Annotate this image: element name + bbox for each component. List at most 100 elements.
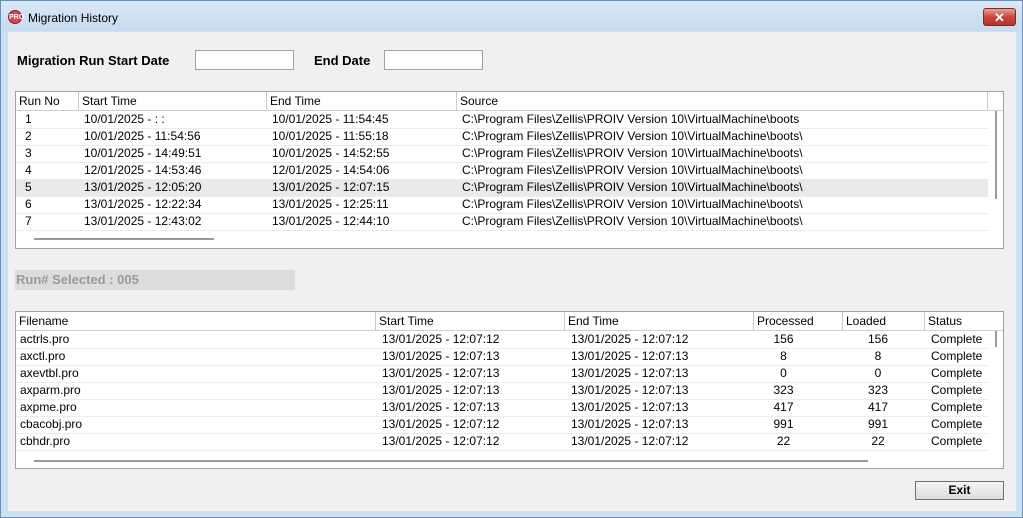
table-row[interactable]: axctl.pro 13/01/2025 - 12:07:13 13/01/2025… — [16, 348, 1003, 366]
col-start-time[interactable]: Start Time — [79, 92, 267, 110]
file-name-cell: axpme.pro — [20, 400, 77, 414]
table-row[interactable]: 6 13/01/2025 - 12:22:34 13/01/2025 - 12:25… — [16, 196, 1003, 214]
file-loaded-cell: 991 — [867, 417, 889, 431]
file-loaded-cell: 8 — [874, 349, 882, 363]
run-no-cell: 1 — [25, 112, 32, 126]
file-end-cell: 13/01/2025 - 12:07:12 — [571, 434, 689, 448]
runs-table-header: Run No Start Time End Time Source — [16, 92, 1003, 111]
run-source-cell: C:\Program Files\Zellis\PROIV Version 10… — [462, 112, 800, 126]
table-row[interactable]: actrls.pro 13/01/2025 - 12:07:12 13/01/202… — [16, 331, 1003, 349]
table-row[interactable]: 4 12/01/2025 - 14:53:46 12/01/2025 - 14:54… — [16, 162, 1003, 180]
file-name-cell: axevtbl.pro — [20, 366, 79, 380]
file-processed-cell: 8 — [780, 349, 787, 363]
file-end-cell: 13/01/2025 - 12:07:13 — [571, 400, 689, 414]
run-end-cell: 13/01/2025 - 12:07:15 — [272, 180, 390, 194]
table-row[interactable]: 5 13/01/2025 - 12:05:20 13/01/2025 - 12:07… — [16, 179, 1003, 197]
run-start-cell: 13/01/2025 - 12:43:02 — [84, 214, 202, 228]
runs-table[interactable]: Run No Start Time End Time Source 1 10/01… — [15, 91, 1004, 249]
files-vscroll-thumb[interactable] — [995, 331, 997, 347]
start-date-label: Migration Run Start Date — [17, 53, 170, 68]
run-source-cell: C:\Program Files\Zellis\PROIV Version 10… — [462, 214, 803, 228]
run-end-cell: 13/01/2025 - 12:44:10 — [272, 214, 390, 228]
file-name-cell: axparm.pro — [20, 383, 81, 397]
table-row[interactable]: 2 10/01/2025 - 11:54:56 10/01/2025 - 11:55… — [16, 128, 1003, 146]
run-start-cell: 10/01/2025 - : : — [84, 112, 165, 126]
file-loaded-cell: 0 — [874, 366, 882, 380]
file-start-cell: 13/01/2025 - 12:07:12 — [382, 434, 500, 448]
run-no-cell: 2 — [25, 129, 32, 143]
file-loaded-cell: 323 — [867, 383, 889, 397]
file-loaded-cell: 417 — [867, 400, 889, 414]
table-row[interactable]: cbacobj.pro 13/01/2025 - 12:07:12 13/01/20… — [16, 416, 1003, 434]
col-file-start-time[interactable]: Start Time — [376, 312, 565, 330]
file-end-cell: 13/01/2025 - 12:07:13 — [571, 417, 689, 431]
table-row[interactable]: 7 13/01/2025 - 12:43:02 13/01/2025 - 12:44… — [16, 213, 1003, 231]
col-processed[interactable]: Processed — [754, 312, 843, 330]
runs-vscroll-thumb[interactable] — [995, 111, 997, 199]
run-no-cell: 6 — [25, 197, 32, 211]
file-name-cell: axctl.pro — [20, 349, 66, 363]
file-processed-cell: 991 — [773, 417, 794, 431]
col-run-no[interactable]: Run No — [16, 92, 79, 110]
window-title: Migration History — [28, 11, 119, 25]
run-start-cell: 10/01/2025 - 11:54:56 — [84, 129, 201, 143]
files-vertical-scrollbar[interactable] — [988, 331, 1003, 451]
runs-vertical-scrollbar[interactable] — [988, 111, 1003, 231]
file-end-cell: 13/01/2025 - 12:07:13 — [571, 366, 689, 380]
file-processed-cell: 417 — [773, 400, 794, 414]
run-no-cell: 7 — [25, 214, 32, 228]
run-end-cell: 12/01/2025 - 14:54:06 — [272, 163, 390, 177]
run-end-cell: 10/01/2025 - 11:54:45 — [272, 112, 389, 126]
col-status[interactable]: Status — [925, 312, 988, 330]
run-source-cell: C:\Program Files\Zellis\PROIV Version 10… — [462, 129, 803, 143]
files-table[interactable]: Filename Start Time End Time Processed L… — [15, 311, 1004, 469]
run-end-cell: 10/01/2025 - 14:52:55 — [272, 146, 390, 160]
file-start-cell: 13/01/2025 - 12:07:13 — [382, 366, 500, 380]
col-end-time[interactable]: End Time — [267, 92, 457, 110]
table-row[interactable]: axpme.pro 13/01/2025 - 12:07:13 13/01/2025… — [16, 399, 1003, 417]
run-start-cell: 13/01/2025 - 12:05:20 — [84, 180, 202, 194]
file-end-cell: 13/01/2025 - 12:07:12 — [571, 332, 689, 346]
file-processed-cell: 22 — [776, 434, 791, 448]
exit-button[interactable]: Exit — [915, 481, 1004, 500]
start-date-input[interactable] — [195, 50, 294, 70]
file-start-cell: 13/01/2025 - 12:07:12 — [382, 417, 500, 431]
table-row[interactable]: axevtbl.pro 13/01/2025 - 12:07:13 13/01/20… — [16, 365, 1003, 383]
files-table-header: Filename Start Time End Time Processed L… — [16, 312, 1003, 331]
run-end-cell: 13/01/2025 - 12:25:11 — [272, 197, 389, 211]
table-row[interactable]: 1 10/01/2025 - : : 10/01/2025 - 11:54:45 C:… — [16, 111, 1003, 129]
table-row[interactable]: axparm.pro 13/01/2025 - 12:07:13 13/01/202… — [16, 382, 1003, 400]
file-name-cell: cbhdr.pro — [20, 434, 71, 448]
run-source-cell: C:\Program Files\Zellis\PROIV Version 10… — [462, 146, 803, 160]
table-row[interactable]: cbhdr.pro 13/01/2025 - 12:07:12 13/01/2025… — [16, 433, 1003, 451]
migration-history-window: PRO Migration History ✕ Migration Run St… — [0, 0, 1023, 518]
file-loaded-cell: 156 — [867, 332, 889, 346]
runs-hscroll-thumb[interactable] — [34, 238, 214, 240]
table-row[interactable]: 3 10/01/2025 - 14:49:51 10/01/2025 - 14:52… — [16, 145, 1003, 163]
run-source-cell: C:\Program Files\Zellis\PROIV Version 10… — [462, 180, 803, 194]
file-status-cell: Complete — [931, 349, 983, 363]
file-start-cell: 13/01/2025 - 12:07:13 — [382, 400, 500, 414]
file-name-cell: actrls.pro — [20, 332, 70, 346]
file-status-cell: Complete — [931, 417, 983, 431]
run-end-cell: 10/01/2025 - 11:55:18 — [272, 129, 389, 143]
file-start-cell: 13/01/2025 - 12:07:13 — [382, 383, 500, 397]
file-processed-cell: 0 — [780, 366, 787, 380]
col-file-end-time[interactable]: End Time — [565, 312, 754, 330]
files-hscroll-thumb[interactable] — [34, 460, 868, 462]
run-start-cell: 13/01/2025 - 12:22:34 — [84, 197, 202, 211]
col-source[interactable]: Source — [457, 92, 988, 110]
col-filename[interactable]: Filename — [16, 312, 376, 330]
run-no-cell: 4 — [25, 163, 32, 177]
end-date-input[interactable] — [384, 50, 483, 70]
file-processed-cell: 156 — [773, 332, 794, 346]
title-bar[interactable]: PRO Migration History ✕ — [1, 1, 1022, 31]
file-processed-cell: 323 — [773, 383, 794, 397]
col-loaded[interactable]: Loaded — [843, 312, 925, 330]
file-start-cell: 13/01/2025 - 12:07:13 — [382, 349, 500, 363]
file-loaded-cell: 22 — [871, 434, 885, 448]
close-button[interactable]: ✕ — [983, 8, 1016, 26]
file-status-cell: Complete — [931, 400, 983, 414]
file-name-cell: cbacobj.pro — [20, 417, 83, 431]
run-no-cell: 5 — [25, 180, 32, 194]
